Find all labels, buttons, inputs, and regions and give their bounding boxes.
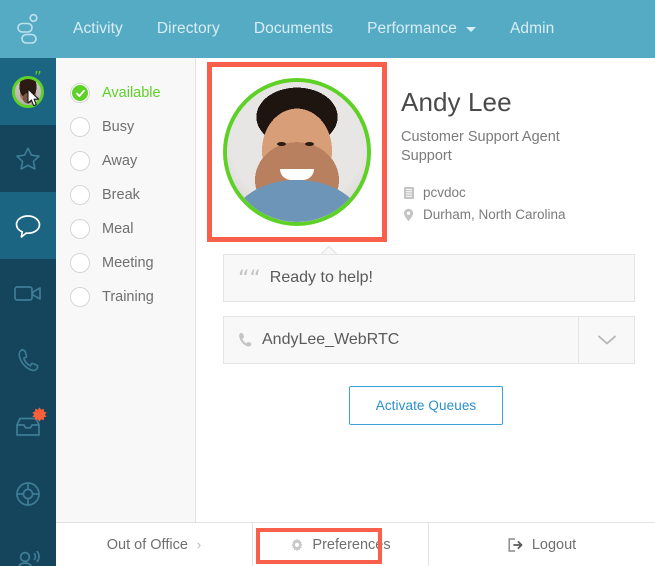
status-option-away[interactable]: Away [56,144,195,178]
profile-header: Andy Lee Customer Support Agent Support … [197,58,655,238]
status-label: Busy [102,119,135,135]
out-of-office-button[interactable]: Out of Office › [56,523,253,566]
status-option-available[interactable]: Available [56,76,195,110]
chevron-down-icon [465,26,476,32]
status-label: Break [102,187,140,203]
status-panel: Available Busy Away Break Meal Meeting T… [56,58,196,522]
status-option-break[interactable]: Break [56,178,195,212]
nav-label: Performance [367,20,457,37]
notification-burst-badge-icon [32,407,47,422]
out-of-office-label: Out of Office [106,536,188,553]
status-option-meal[interactable]: Meal [56,212,195,246]
nav-label: Documents [253,20,334,37]
main-content: Andy Lee Customer Support Agent Support … [197,58,655,522]
preferences-label: Preferences [312,536,391,553]
nav-label: Activity [73,20,123,37]
status-radio [70,117,90,137]
phone-station-value: AndyLee_WebRTC [262,331,400,348]
profile-location: Durham, North Carolina [423,207,566,223]
status-label: Away [102,153,138,169]
rail-item-calls[interactable] [0,326,56,393]
nav-label: Admin [509,20,555,37]
quote-icon: ““ [238,267,261,292]
status-radio [70,151,90,171]
phone-station-select[interactable]: AndyLee_WebRTC [223,316,635,364]
profile-site-row: pcvdoc [401,183,566,203]
status-message-box[interactable]: ““ Ready to help! [223,254,635,302]
rail-item-workspace[interactable] [0,460,56,527]
logout-icon [508,537,524,552]
nav-items: Activity Directory Documents Performance… [56,0,571,58]
profile-title: Customer Support Agent [401,128,560,145]
phone-handset-icon [237,331,255,349]
rail-item-profile[interactable]: ” [0,58,56,125]
status-radio [70,219,90,239]
app-window: Activity Directory Documents Performance… [0,0,655,566]
status-radio [70,83,90,103]
nav-label: Directory [156,20,220,37]
phone-station-value-wrap: AndyLee_WebRTC [224,317,578,363]
status-label: Available [102,85,161,101]
person-speaking-icon [17,550,40,566]
status-label: Training [102,289,154,305]
profile-info: Andy Lee Customer Support Agent Support … [383,66,566,238]
activate-queues-button[interactable]: Activate Queues [348,386,504,425]
status-message-text: Ready to help! [269,269,373,286]
chevron-right-icon: › [196,537,202,552]
app-logo[interactable] [0,0,56,58]
profile-meta: pcvdoc Durham, North Carolina [401,183,566,225]
target-icon [16,481,40,506]
footer-bar: Out of Office › Preferences Logout [56,522,655,566]
profile-name: Andy Lee [401,87,512,117]
nav-item-admin[interactable]: Admin [493,0,571,58]
genesys-logo-icon [17,13,38,44]
rail-item-favorites[interactable] [0,125,56,192]
status-message-wrap: ““ Ready to help! [223,254,635,302]
avatar-photo [227,82,367,222]
star-icon [16,146,40,170]
nav-item-documents[interactable]: Documents [237,0,350,58]
chat-bubble-icon [15,214,41,238]
status-radio [70,185,90,205]
rail-item-chat[interactable] [0,192,56,259]
status-label: Meal [102,221,134,237]
status-radio [70,253,90,273]
check-icon [72,85,88,101]
top-navigation-bar: Activity Directory Documents Performance… [0,0,655,58]
building-icon [401,185,416,200]
status-option-training[interactable]: Training [56,280,195,314]
avatar [223,78,371,226]
rail-item-inbox[interactable] [0,393,56,460]
logout-label: Logout [531,536,577,553]
rail-item-coaching[interactable] [0,527,56,566]
gear-icon [290,538,304,552]
nav-item-performance[interactable]: Performance [350,0,493,58]
preferences-button[interactable]: Preferences [253,523,429,566]
profile-department: Support [401,148,452,165]
logout-button[interactable]: Logout [429,523,655,566]
status-radio [70,287,90,307]
nav-item-activity[interactable]: Activity [56,0,140,58]
left-icon-rail: ” [0,58,56,566]
status-label: Meeting [102,255,154,271]
status-option-busy[interactable]: Busy [56,110,195,144]
profile-location-row: Durham, North Carolina [401,205,566,225]
profile-site: pcvdoc [423,185,466,201]
phone-icon [18,348,39,371]
profile-avatar[interactable] [211,66,383,238]
chevron-down-icon[interactable] [578,317,634,363]
map-pin-icon [401,207,416,222]
nav-item-directory[interactable]: Directory [140,0,237,58]
status-quote-badge-icon: ” [34,68,42,86]
status-option-meeting[interactable]: Meeting [56,246,195,280]
activate-queues-wrap: Activate Queues [197,386,655,425]
rail-item-video[interactable] [0,259,56,326]
video-camera-icon [14,285,41,301]
